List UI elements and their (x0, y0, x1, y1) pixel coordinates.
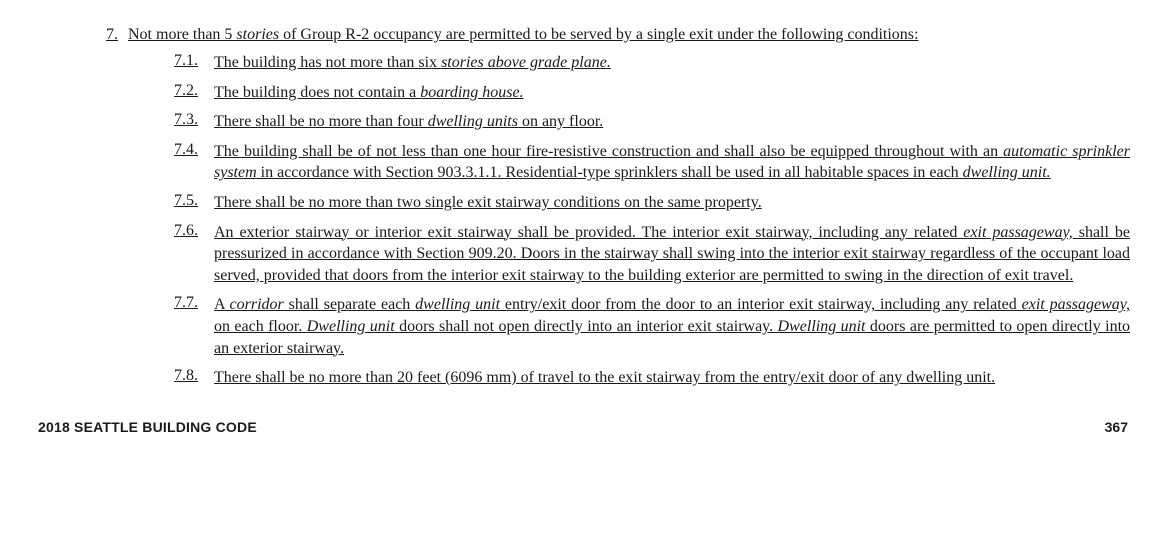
list-item-7-4: 7.4.The building shall be of not less th… (174, 141, 1130, 184)
list-item-7-3: 7.3.There shall be no more than four dwe… (174, 111, 1130, 133)
page-number: 367 (1105, 419, 1128, 435)
list-text: The building does not contain a boarding… (214, 82, 1130, 104)
list-number: 7.4. (174, 141, 214, 159)
document-page: 7. Not more than 5 stories of Group R-2 … (0, 0, 1166, 455)
list-number: 7.8. (174, 367, 214, 385)
sublist: 7.1.The building has not more than six s… (174, 52, 1130, 389)
page-footer: 2018 SEATTLE BUILDING CODE 367 (36, 419, 1130, 435)
list-text: The building has not more than six stori… (214, 52, 1130, 74)
list-text: The building shall be of not less than o… (214, 141, 1130, 184)
list-text: An exterior stairway or interior exit st… (214, 222, 1130, 287)
list-item-7-5: 7.5.There shall be no more than two sing… (174, 192, 1130, 214)
list-item-7-8: 7.8.There shall be no more than 20 feet … (174, 367, 1130, 389)
list-number: 7.7. (174, 294, 214, 312)
list-item-7-2: 7.2.The building does not contain a boar… (174, 82, 1130, 104)
list-number: 7.6. (174, 222, 214, 240)
list-item-7: 7. Not more than 5 stories of Group R-2 … (106, 26, 1130, 44)
list-number: 7.3. (174, 111, 214, 129)
list-text: There shall be no more than 20 feet (609… (214, 367, 1130, 389)
list-text: Not more than 5 stories of Group R-2 occ… (128, 26, 1130, 44)
list-number: 7. (106, 26, 118, 44)
list-item-7-7: 7.7.A corridor shall separate each dwell… (174, 294, 1130, 359)
list-number: 7.2. (174, 82, 214, 100)
list-text: There shall be no more than four dwellin… (214, 111, 1130, 133)
list-text: A corridor shall separate each dwelling … (214, 294, 1130, 359)
list-number: 7.5. (174, 192, 214, 210)
footer-title: 2018 SEATTLE BUILDING CODE (38, 419, 257, 435)
list-number: 7.1. (174, 52, 214, 70)
list-item-7-1: 7.1.The building has not more than six s… (174, 52, 1130, 74)
list-item-7-6: 7.6.An exterior stairway or interior exi… (174, 222, 1130, 287)
list-text: There shall be no more than two single e… (214, 192, 1130, 214)
